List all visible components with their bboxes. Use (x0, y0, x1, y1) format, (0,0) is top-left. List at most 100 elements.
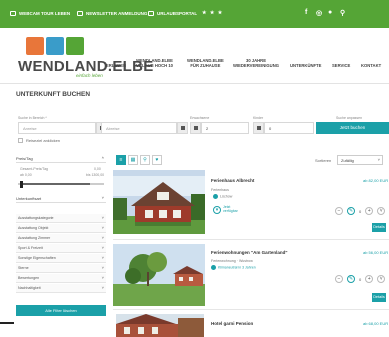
chevron-down-icon[interactable]: ˅ (377, 207, 386, 215)
nav-kontakt[interactable]: KONTAKT (361, 63, 381, 68)
map-view-button[interactable]: ⚲ (140, 155, 150, 165)
nav-erleben[interactable]: ERLEBEN (106, 63, 126, 68)
chevron-down-icon: ˅ (101, 245, 104, 250)
header-divider (0, 83, 389, 84)
minus-icon[interactable]: − (335, 207, 343, 215)
filter-row[interactable]: Nachhaltigkeit ˅ (16, 284, 106, 293)
property-photo[interactable] (113, 170, 205, 234)
instagram-icon[interactable]: ◎ (316, 9, 322, 17)
type-filter-heading[interactable]: Unterkunftsart ˅ (16, 195, 106, 203)
sort-select[interactable]: Zufällig ˅ (337, 155, 383, 165)
quantity-stepper[interactable]: − ✎ 0 + ˅ (335, 275, 386, 283)
kids-select[interactable]: 0 (264, 122, 314, 134)
filter-row-label: Sterne (18, 266, 29, 270)
guests-label: Erwachsene (190, 116, 210, 120)
result-card[interactable]: Ferienhaus Albrecht ab 82,00 EUR Ferienh… (113, 170, 389, 240)
result-price: ab 68,00 EUR (363, 321, 389, 326)
topbar-stars: ★ ★ ★ (202, 10, 224, 16)
price-max: bis 1300,00 (86, 173, 105, 177)
filter-row[interactable]: Bewertungen ˅ (16, 274, 106, 283)
nav-urlaub[interactable]: WENDLAND.ELBE URLAUB HOCH 10 (136, 58, 173, 68)
adjust-search-label: Suche anpassen (336, 116, 363, 120)
price-slider-fill (21, 183, 91, 185)
departure-input[interactable]: Abreise (101, 122, 177, 134)
clear-filters-button[interactable]: Alle Filter löschen (16, 305, 106, 316)
checkbox-box[interactable] (18, 138, 23, 143)
plus-icon[interactable]: + (365, 275, 374, 283)
heart-icon: ♥ (155, 157, 159, 163)
favorites-view-button[interactable]: ♥ (152, 155, 162, 165)
filter-row-label: Ausstattung Objekt (18, 226, 49, 230)
guests-select[interactable]: 2 (201, 122, 249, 134)
page-edge-mark (0, 322, 14, 324)
price-slider[interactable] (18, 180, 104, 188)
topbar-link-newsletter[interactable]: NEWSLETTER ANMELDUNG (77, 11, 147, 16)
filter-funnel-icon[interactable]: ▾ (213, 206, 221, 214)
logo-tiles (26, 37, 84, 55)
page-title: UNTERKUNFT BUCHEN (16, 91, 91, 98)
filter-row[interactable]: Sterne ˅ (16, 264, 106, 273)
chat-icon[interactable]: ● (328, 9, 332, 16)
nav-service[interactable]: SERVICE (332, 63, 350, 68)
result-title[interactable]: Ferienwohnungen "Am Gartenland" (211, 250, 288, 255)
minus-icon[interactable]: − (335, 275, 343, 283)
filter-row[interactable]: Sport & Freizeit ˅ (16, 244, 106, 253)
chevron-down-icon: ˅ (101, 235, 104, 240)
chevron-down-icon: ˅ (101, 255, 104, 260)
topbar-link-portal[interactable]: URLAUBSPORTAL (148, 11, 197, 16)
filter-row-label: Sport & Freizeit (18, 246, 43, 250)
arrival-input[interactable]: Anreise (18, 122, 96, 134)
grid-view-button[interactable]: ▦ (128, 155, 138, 165)
filter-row-label: Ausstattungskategorie (18, 216, 54, 220)
chevron-down-icon: ˅ (377, 157, 380, 162)
result-type: Ferienwohnung · Wustrow (211, 259, 253, 263)
filter-row-label: Bewertungen (18, 276, 40, 280)
details-button[interactable]: Details (372, 293, 386, 302)
property-photo[interactable] (113, 244, 205, 306)
search-icon[interactable]: ⚲ (340, 9, 345, 17)
result-card[interactable]: Hotel garni Pension ab 68,00 EUR (113, 314, 389, 337)
location-dot-icon (213, 194, 218, 199)
result-title[interactable]: Hotel garni Pension (211, 321, 253, 326)
filter-row[interactable]: Ausstattungskategorie ˅ (16, 214, 106, 223)
filter-row[interactable]: Sonstige Eigenschaften ˅ (16, 254, 106, 263)
topbar-link-webcam[interactable]: WEBCAM TOUR LEBEN (10, 11, 70, 16)
price-min: ab 0,00 (20, 173, 32, 177)
edit-icon[interactable]: ✎ (347, 207, 355, 215)
mail-icon (77, 11, 83, 16)
book-now-button[interactable]: Jetzt buchen (316, 122, 389, 134)
details-button[interactable]: Details (372, 223, 386, 232)
chevron-down-icon: ˅ (101, 225, 104, 230)
chevron-up-icon: ˄ (101, 155, 104, 160)
destination-checkbox[interactable]: Reiseziel anklicken (18, 138, 60, 143)
result-price: ab 56,00 EUR (363, 250, 389, 255)
price-filter-heading[interactable]: Preis/Tag ˄ (16, 155, 106, 163)
filter-row-label: Sonstige Eigenschaften (18, 256, 56, 260)
property-photo[interactable] (116, 314, 204, 337)
result-type: Ferienhaus (211, 188, 229, 192)
facebook-icon[interactable]: f (305, 9, 307, 16)
site-logo[interactable]: WENDLAND.ELBE einfach leben (18, 37, 153, 79)
list-view-button[interactable]: ≡ (116, 155, 126, 165)
edit-icon[interactable]: ✎ (347, 275, 355, 283)
quantity-stepper[interactable]: − ✎ 0 + ˅ (335, 207, 386, 215)
filter-row[interactable]: Ausstattung Objekt ˅ (16, 224, 106, 233)
filter-row[interactable]: Ausstattung Zimmer ˅ (16, 234, 106, 243)
nav-30-jahre[interactable]: 30 JAHRE WIEDERVEREINIGUNG (233, 58, 279, 68)
price-slider-min-handle[interactable] (19, 180, 23, 188)
plus-icon[interactable]: + (365, 207, 374, 215)
filter-row-label: Ausstattung Zimmer (18, 236, 51, 240)
chevron-down-icon[interactable]: ˅ (377, 275, 386, 283)
top-bar: WEBCAM TOUR LEBEN NEWSLETTER ANMELDUNG U… (0, 0, 389, 28)
nav-unterkuenfte[interactable]: UNTERKÜNFTE (290, 63, 321, 68)
result-title[interactable]: Ferienhaus Albrecht (211, 178, 254, 183)
calendar-icon[interactable] (177, 122, 188, 134)
result-location: Lüchow (213, 194, 232, 199)
filter-row-label: Nachhaltigkeit (18, 286, 41, 290)
result-card[interactable]: Ferienwohnungen "Am Gartenland" ab 56,00… (113, 242, 389, 310)
nav-zuhause[interactable]: WENDLAND.ELBE FÜR ZUHAUSE (187, 58, 224, 68)
location-label: Suche in Bereich * (18, 116, 47, 120)
chevron-down-icon: ˅ (101, 275, 104, 280)
logo-tile-blue (46, 37, 64, 55)
logo-tagline: einfach leben (76, 73, 103, 78)
